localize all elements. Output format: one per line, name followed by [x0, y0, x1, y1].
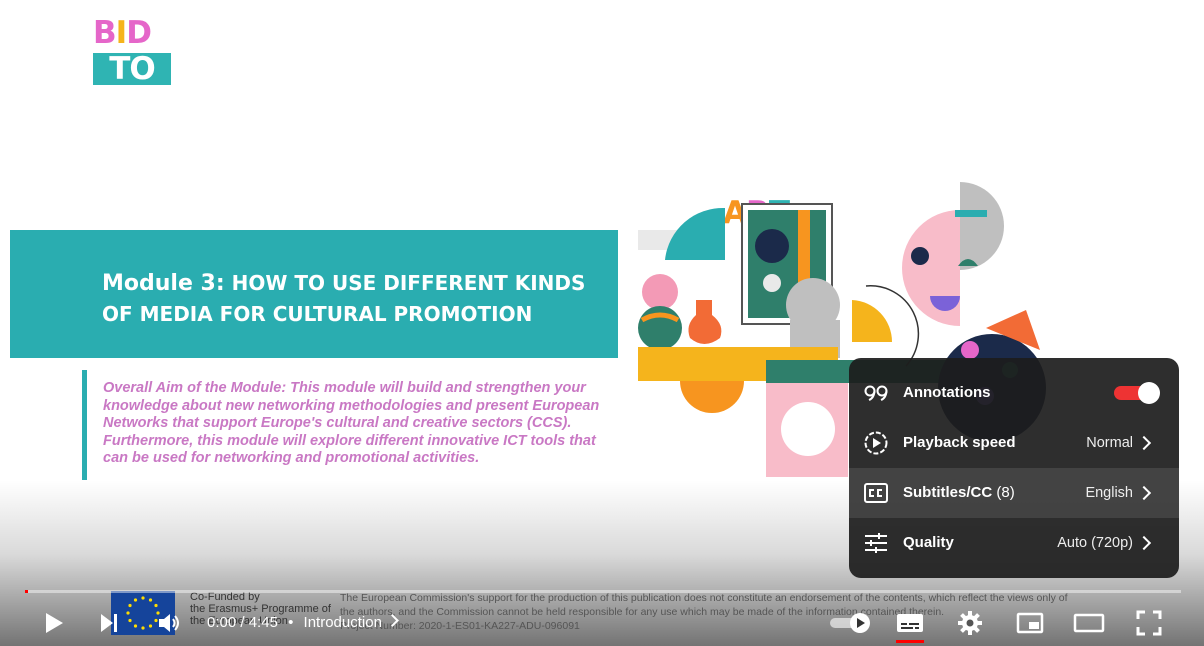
logo-letter: T — [109, 51, 130, 87]
annotations-toggle[interactable] — [1114, 382, 1160, 404]
miniplayer-button[interactable] — [1008, 600, 1052, 646]
volume-icon — [159, 614, 179, 632]
chapter-title: Introduction — [303, 614, 382, 631]
time-display: 0:00 / 4:45 • Introduction — [207, 613, 399, 633]
subtitles-icon — [863, 480, 889, 506]
mute-button[interactable] — [150, 600, 190, 646]
menu-item-value: Auto (720p) — [1057, 535, 1133, 551]
miniplayer-icon — [1016, 612, 1044, 634]
chevron-right-icon — [386, 614, 399, 627]
captions-icon — [897, 614, 923, 632]
menu-item-quality[interactable]: Quality Auto (720p) — [849, 518, 1179, 568]
theater-mode-button[interactable] — [1066, 600, 1112, 646]
bid-to-art-logo: B I D T O A R T — [93, 17, 790, 229]
playback-speed-icon — [863, 430, 889, 456]
menu-item-value: Normal — [1086, 435, 1133, 451]
toggle-knob — [1138, 382, 1160, 404]
subtitles-active-indicator — [896, 640, 924, 643]
autoplay-toggle[interactable] — [826, 600, 874, 646]
chevron-right-icon — [1136, 435, 1152, 451]
chapter-title-button[interactable]: Introduction — [303, 614, 399, 631]
fullscreen-icon — [1136, 610, 1162, 636]
play-icon — [46, 613, 63, 633]
module-title-line1: HOW TO USE DIFFERENT KINDS — [231, 271, 586, 295]
menu-item-playback-speed[interactable]: Playback speed Normal — [849, 418, 1179, 468]
progress-played — [25, 590, 29, 593]
logo-letter: I — [115, 15, 128, 51]
menu-item-label: Annotations — [903, 384, 991, 401]
menu-item-label: Playback speed — [903, 434, 1016, 451]
time-separator: / — [240, 614, 245, 631]
subtitles-label: Subtitles/CC — [903, 484, 993, 501]
skip-next-icon — [101, 614, 117, 632]
aim-accent-bar — [82, 370, 87, 480]
menu-item-subtitles[interactable]: Subtitles/CC (8) English — [849, 468, 1179, 518]
menu-item-value: English — [1085, 485, 1133, 501]
menu-item-label: Quality — [903, 534, 954, 551]
gear-icon — [958, 611, 982, 635]
annotations-icon — [863, 380, 889, 406]
progress-bar[interactable] — [25, 590, 1181, 593]
module-title-banner: Module 3: HOW TO USE DIFFERENT KINDS OF … — [10, 230, 618, 358]
menu-item-label: Subtitles/CC (8) — [903, 483, 1015, 503]
subtitles-track-count: (8) — [996, 484, 1015, 501]
quality-icon — [863, 530, 889, 556]
video-player[interactable]: B I D T O A R T Module 3: HOW TO USE DIF… — [0, 0, 1204, 646]
logo-row-bid: B I D — [93, 17, 171, 49]
chapter-bullet: • — [288, 614, 294, 631]
module-aim-text: Overall Aim of the Module: This module w… — [103, 380, 600, 466]
module-title: Module 3: HOW TO USE DIFFERENT KINDS OF … — [102, 268, 585, 329]
module-title-line2: OF MEDIA FOR CULTURAL PROMOTION — [102, 302, 533, 326]
logo-letter: B — [93, 15, 117, 51]
theater-icon — [1073, 613, 1105, 633]
next-button[interactable] — [88, 600, 130, 646]
settings-button[interactable] — [948, 600, 992, 646]
chevron-right-icon — [1136, 485, 1152, 501]
chevron-right-icon — [1136, 535, 1152, 551]
logo-letter: O — [129, 51, 155, 87]
autoplay-icon — [830, 613, 870, 633]
fullscreen-button[interactable] — [1126, 600, 1172, 646]
play-button[interactable] — [30, 600, 76, 646]
menu-item-annotations[interactable]: Annotations — [849, 368, 1179, 418]
logo-letter: D — [126, 15, 152, 51]
module-number: Module 3: — [102, 271, 225, 296]
duration: 4:45 — [248, 614, 278, 631]
settings-menu: Annotations Playback speed Normal Subtit… — [849, 358, 1179, 578]
player-controls: 0:00 / 4:45 • Introduction — [0, 600, 1204, 646]
current-time: 0:00 — [207, 614, 237, 631]
logo-row-to: T O — [93, 53, 171, 85]
